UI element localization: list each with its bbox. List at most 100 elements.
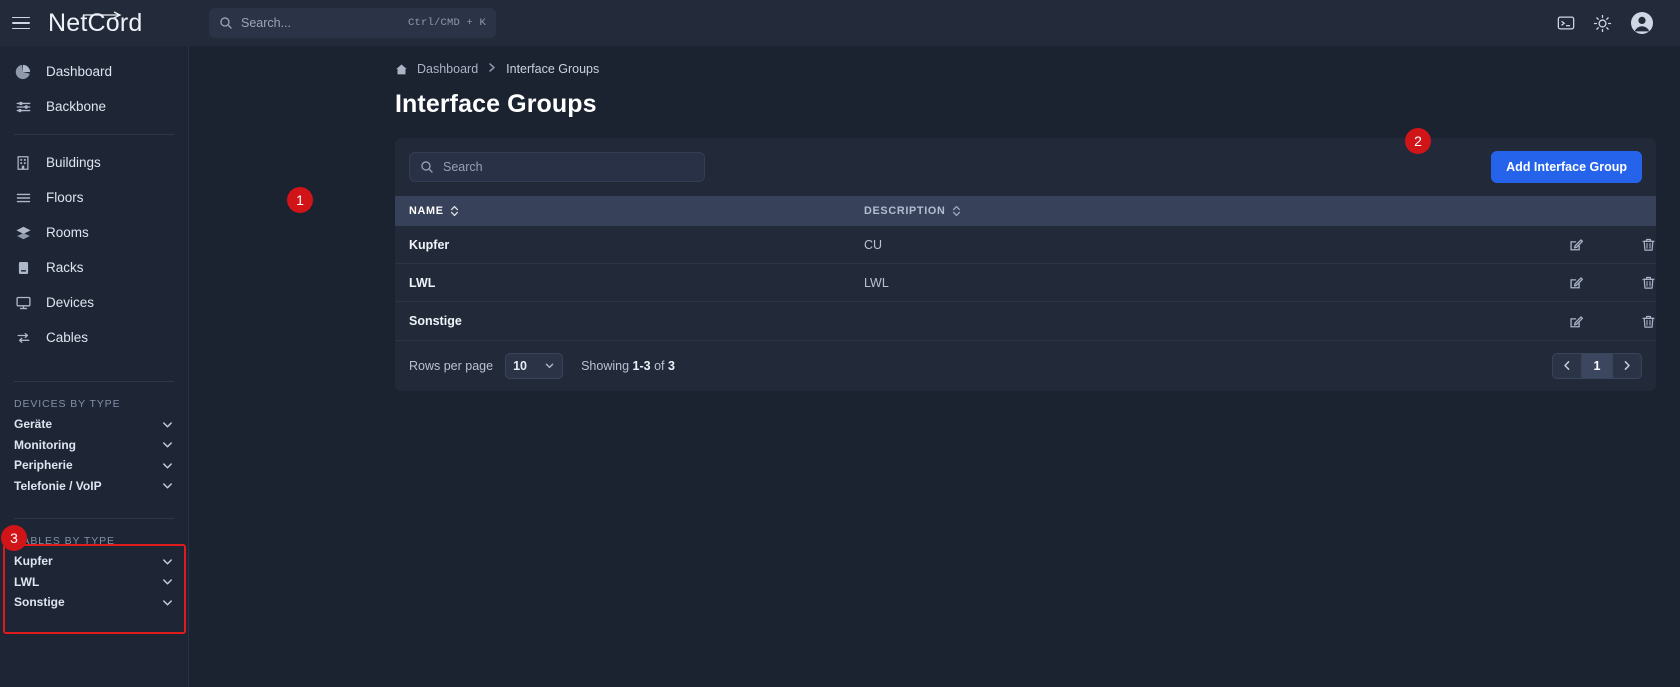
sidebar-item-devices[interactable]: Devices [0,285,188,320]
layers-lines-icon [14,190,32,206]
sidebar: Dashboard Backbone Buildings Floors Room… [0,46,189,687]
sidebar-item-buildings[interactable]: Buildings [0,145,188,180]
sidebar-group-monitoring[interactable]: Monitoring [0,435,188,456]
pagination-prev-button[interactable] [1552,352,1582,379]
sidebar-item-label: Backbone [46,99,107,114]
sidebar-item-label: Cables [46,330,89,345]
showing-prefix: Showing [581,358,630,373]
chevron-down-icon [161,418,174,431]
table-row[interactable]: LWL LWL [395,263,1656,303]
sort-updown-icon [450,205,459,217]
sidebar-item-racks[interactable]: Racks [0,250,188,285]
showing-range: 1-3 [632,358,651,373]
sidebar-group-label: Monitoring [14,437,76,452]
table-row[interactable]: Kupfer CU [395,226,1656,265]
search-icon [421,161,433,173]
pagination-next-button[interactable] [1612,352,1642,379]
sidebar-item-label: Floors [46,190,84,205]
sidebar-section-title: CABLES BY TYPE [14,535,115,547]
sidebar-group-label: Telefonie / VoIP [14,478,102,493]
cell-name: Kupfer [395,226,865,265]
sidebar-group-peripherie[interactable]: Peripherie [0,455,188,476]
sidebar-item-dashboard[interactable]: Dashboard [0,54,188,89]
sidebar-item-label: Rooms [46,225,89,240]
global-search-placeholder: Search... [241,16,292,30]
showing-total: 3 [668,358,675,373]
sidebar-group-telefonie-voip[interactable]: Telefonie / VoIP [0,476,188,497]
theme-toggle-icon[interactable] [1593,14,1612,33]
chevron-right-icon [1624,361,1630,371]
chevron-down-icon [161,479,174,492]
table-row[interactable]: Sonstige [395,301,1656,341]
user-avatar-icon[interactable] [1630,11,1654,35]
sidebar-item-label: Racks [46,260,84,275]
sidebar-group-sonstige[interactable]: Sonstige [0,592,188,613]
table-search-placeholder: Search [443,160,483,174]
terminal-icon[interactable] [1557,14,1575,32]
breadcrumb-item-dashboard[interactable]: Dashboard [417,62,478,76]
table-toolbar: Search Add Interface Group [395,138,1656,196]
rows-per-page-value: 10 [513,358,527,373]
pie-chart-icon [14,64,32,80]
sidebar-group-geraete[interactable]: Geräte [0,414,188,435]
add-interface-group-button[interactable]: Add Interface Group [1491,151,1642,183]
sidebar-item-label: Buildings [46,155,101,170]
trash-icon[interactable] [1641,237,1656,252]
app-logo-text: NetCord [48,8,143,37]
rows-per-page-select[interactable]: 10 [505,352,564,379]
global-search-input[interactable]: Search... Ctrl/CMD + K [209,8,496,38]
sidebar-item-backbone[interactable]: Backbone [0,89,188,124]
interface-groups-card: Search Add Interface Group NAME DESCRIPT… [395,138,1656,391]
chevron-down-icon [161,575,174,588]
home-icon[interactable] [395,63,408,76]
edit-icon[interactable] [1569,237,1584,252]
rack-icon [14,260,32,276]
sidebar-item-cables[interactable]: Cables [0,320,188,355]
chevron-down-icon [544,360,555,371]
breadcrumb-separator-icon [487,62,497,76]
trash-icon[interactable] [1641,314,1656,329]
sidebar-divider-3 [14,518,174,519]
app-logo[interactable]: NetCord [48,9,147,38]
sidebar-group-label: Kupfer [14,554,53,569]
sidebar-group-label: Geräte [14,417,53,432]
global-search-shortcut: Ctrl/CMD + K [407,17,486,29]
sidebar-group-lwl[interactable]: LWL [0,572,188,593]
interface-groups-table: NAME DESCRIPTION Kupfer CU LWL LWL Sonst… [395,196,1656,341]
sidebar-item-floors[interactable]: Floors [0,180,188,215]
trash-icon[interactable] [1641,275,1656,290]
sidebar-group-kupfer[interactable]: Kupfer [0,551,188,572]
column-header-description[interactable]: DESCRIPTION [864,196,1515,226]
annotation-badge-3: 3 [1,525,27,551]
column-header-name[interactable]: NAME [395,196,865,226]
chevron-left-icon [1564,361,1570,371]
table-search-input[interactable]: Search [409,152,705,182]
edit-icon[interactable] [1569,314,1584,329]
sidebar-item-rooms[interactable]: Rooms [0,215,188,250]
sidebar-group-label: Peripherie [14,458,73,473]
sidebar-section-title: DEVICES BY TYPE [14,398,121,410]
showing-middle: of [654,358,665,373]
table-header-row: NAME DESCRIPTION [395,196,1656,226]
edit-icon[interactable] [1569,275,1584,290]
top-bar-left: NetCord [0,9,201,38]
app-root: NetCord Search... Ctrl/CMD + K Dashboard… [0,0,1680,687]
sort-updown-icon [952,205,961,217]
cell-actions [1514,226,1656,265]
sidebar-divider-2 [14,381,174,382]
chevron-down-icon [161,459,174,472]
cell-actions [1514,301,1656,341]
table-body: Kupfer CU LWL LWL Sonstige [395,226,1656,341]
hamburger-icon[interactable] [12,12,34,34]
chevron-down-icon [161,596,174,609]
cell-actions [1514,263,1656,303]
showing-status: Showing 1-3 of 3 [581,359,675,373]
sidebar-item-label: Dashboard [46,64,113,79]
table-footer: Rows per page 10 Showing 1-3 of 3 1 [395,341,1656,391]
pagination-page-1[interactable]: 1 [1582,352,1612,379]
sidebar-section-cables-by-type: CABLES BY TYPE Kupfer LWL Sonstige [0,529,188,613]
breadcrumb-item-current: Interface Groups [506,62,600,76]
building-icon [14,155,32,171]
breadcrumb: Dashboard Interface Groups [189,46,1680,76]
monitor-icon [14,295,32,311]
